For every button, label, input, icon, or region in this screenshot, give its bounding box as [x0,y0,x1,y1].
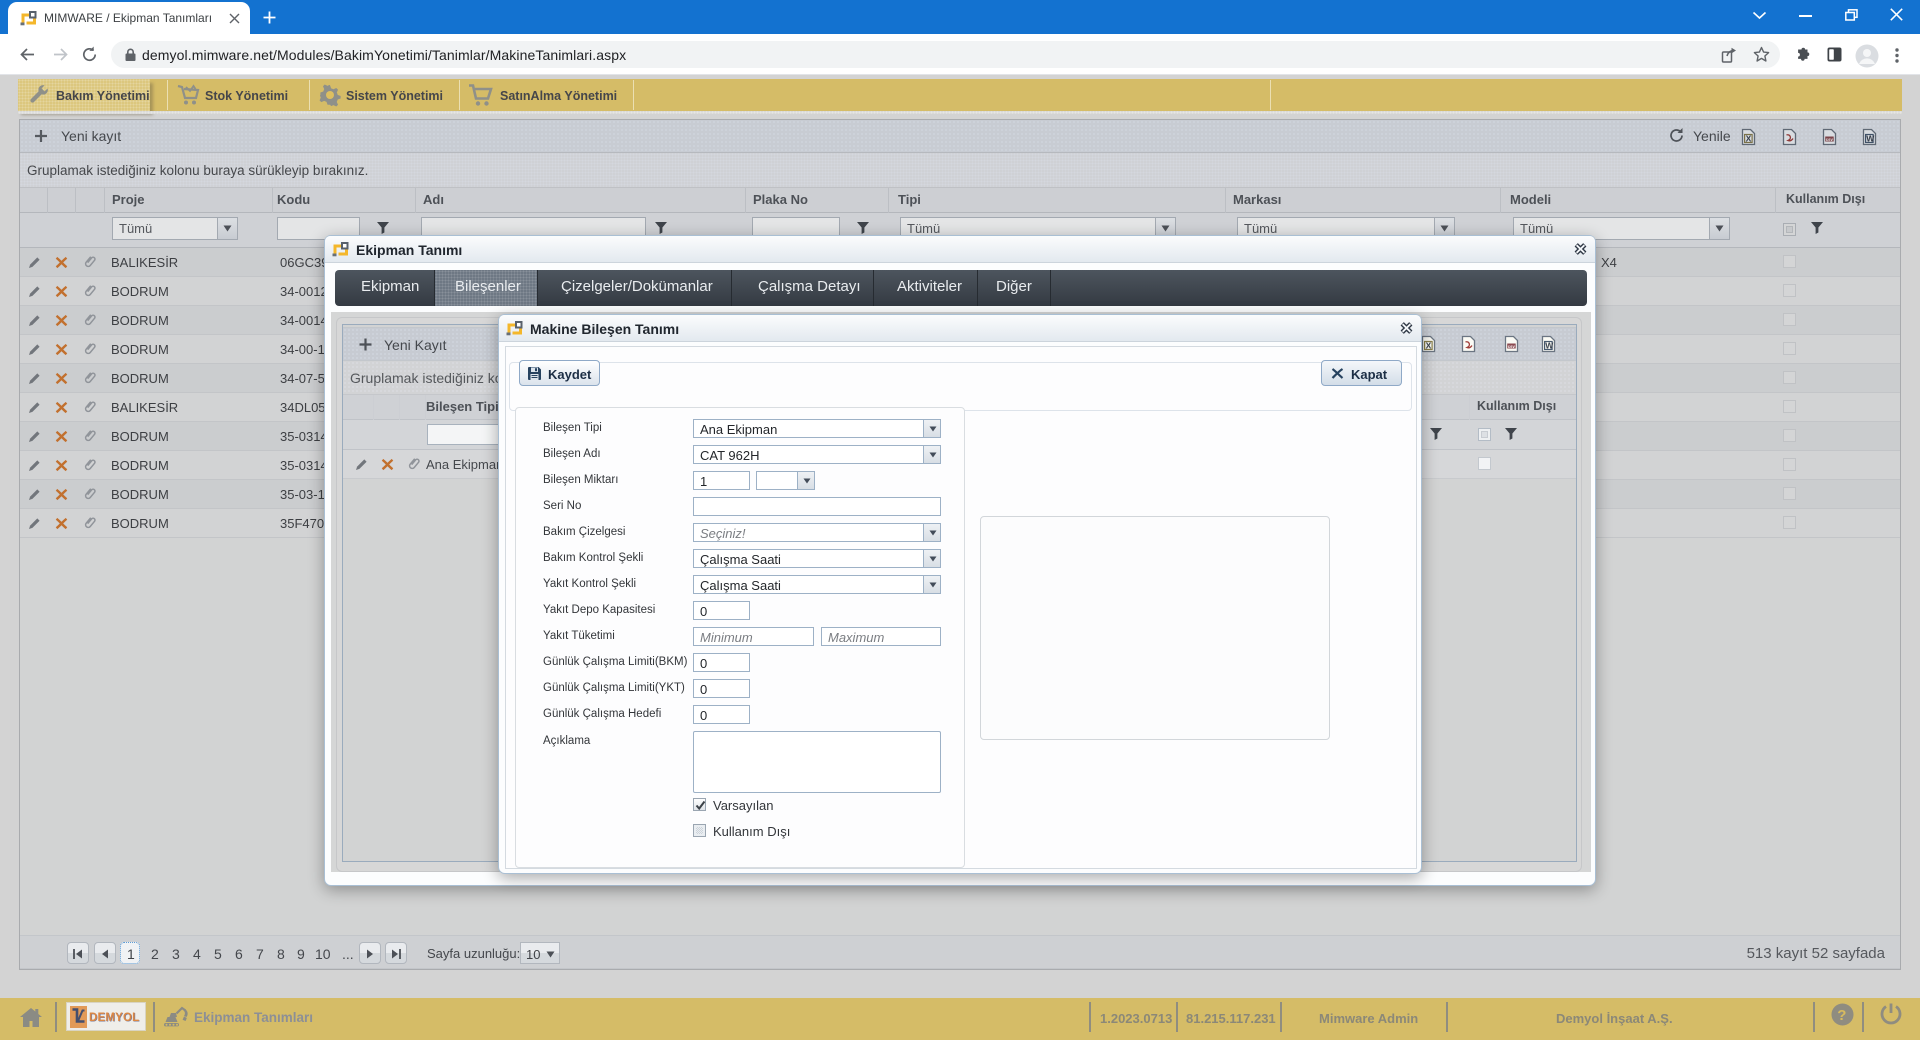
svg-text:csv: csv [1826,137,1834,142]
svg-text:csv: csv [1508,344,1516,349]
svg-text:X: X [1746,134,1752,144]
svg-text:W: W [1866,134,1875,144]
svg-text:X: X [1426,341,1432,351]
svg-text:W: W [1545,341,1554,351]
svg-text:?: ? [1837,1007,1846,1024]
